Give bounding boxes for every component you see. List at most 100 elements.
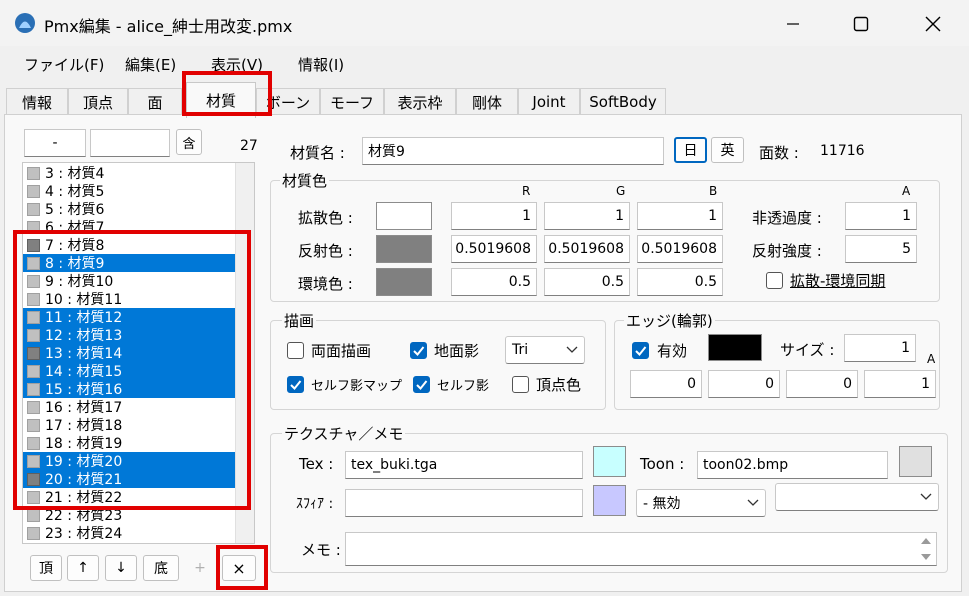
- tab-rigid-body[interactable]: 剛体: [456, 88, 518, 115]
- tab-info[interactable]: 情報: [6, 88, 68, 115]
- move-bottom-button[interactable]: 底: [143, 555, 179, 581]
- app-icon: [15, 13, 35, 33]
- self-shadow-checkbox[interactable]: [413, 376, 430, 393]
- edge-enabled-checkbox[interactable]: [632, 342, 649, 359]
- minimize-icon: [787, 23, 799, 25]
- scroll-down-icon: [921, 554, 931, 560]
- self-shadow-map-checkbox[interactable]: [287, 376, 304, 393]
- list-item[interactable]: 23 : 材質24: [23, 524, 235, 542]
- diffuse-b-input[interactable]: 1: [637, 202, 723, 230]
- edge-title: エッジ(輪郭): [624, 310, 715, 331]
- edge-g-input[interactable]: 0: [708, 370, 780, 398]
- ground-shadow-checkbox[interactable]: [410, 342, 427, 359]
- tab-face[interactable]: 面: [128, 88, 182, 115]
- list-item[interactable]: 3 : 材質4: [23, 164, 235, 182]
- move-top-button[interactable]: 頂: [30, 555, 62, 581]
- contains-button[interactable]: 含: [176, 129, 202, 155]
- add-material-button[interactable]: +: [190, 558, 210, 578]
- specular-b-input[interactable]: 0.5019608: [637, 235, 723, 263]
- edge-b-input[interactable]: 0: [786, 370, 858, 398]
- edge-color-swatch[interactable]: [708, 334, 762, 361]
- material-name-input[interactable]: 材質9: [362, 137, 664, 165]
- material-color-icon: [27, 508, 40, 522]
- close-icon: [925, 16, 941, 32]
- face-count-value: 11716: [820, 143, 865, 159]
- edge-a-input[interactable]: 1: [864, 370, 936, 398]
- diffuse-g-input[interactable]: 1: [544, 202, 630, 230]
- header-a: A: [902, 184, 911, 198]
- draw-title: 描画: [282, 310, 317, 331]
- minimize-button[interactable]: [770, 8, 816, 40]
- tab-display-frame[interactable]: 表示枠: [384, 88, 456, 115]
- memo-input[interactable]: [345, 532, 937, 566]
- diffuse-swatch[interactable]: [376, 202, 432, 230]
- memo-scrollbar[interactable]: [918, 534, 934, 564]
- double-sided-checkbox[interactable]: [287, 342, 304, 359]
- material-color-title: 材質色: [280, 170, 330, 191]
- diffuse-r-input[interactable]: 1: [451, 202, 537, 230]
- tex-color-swatch[interactable]: [593, 446, 626, 477]
- texture-title: テクスチャ／メモ: [282, 423, 406, 444]
- edge-size-label: サイズ :: [780, 341, 835, 359]
- edge-r-input[interactable]: 0: [630, 370, 702, 398]
- ambient-swatch[interactable]: [376, 268, 432, 296]
- list-item-label: 3 : 材質4: [45, 166, 105, 182]
- tex-label: Tex :: [299, 455, 334, 473]
- menu-file[interactable]: ファイル(F): [24, 54, 104, 75]
- filter-field-2[interactable]: [90, 129, 170, 157]
- tab-softbody[interactable]: SoftBody: [580, 88, 666, 115]
- list-item[interactable]: 5 : 材質6: [23, 200, 235, 218]
- close-button[interactable]: [910, 8, 956, 40]
- draw-group: [270, 320, 606, 410]
- chevron-down-icon: [566, 346, 578, 353]
- sync-label: 拡散-環境同期: [790, 272, 886, 290]
- vertex-color-checkbox[interactable]: [512, 376, 529, 393]
- sphere-extra-dropdown[interactable]: [775, 483, 939, 511]
- lang-en-button[interactable]: 英: [711, 137, 744, 163]
- ground-shadow-label: 地面影: [434, 342, 480, 360]
- specular-swatch[interactable]: [376, 235, 432, 263]
- highlight-material-tab: [182, 71, 272, 116]
- sphere-color-swatch[interactable]: [593, 485, 626, 516]
- shadow-type-dropdown[interactable]: Tri: [505, 336, 585, 364]
- opacity-label: 非透過度 :: [752, 209, 822, 227]
- material-count: 27: [240, 138, 258, 154]
- tab-morph[interactable]: モーフ: [320, 88, 384, 115]
- specular-g-input[interactable]: 0.5019608: [544, 235, 630, 263]
- list-item-label: 23 : 材質24: [45, 526, 123, 542]
- tab-vertex[interactable]: 頂点: [68, 88, 128, 115]
- material-color-icon: [27, 526, 40, 540]
- tex-input[interactable]: tex_buki.tga: [345, 451, 583, 479]
- menu-info[interactable]: 情報(I): [298, 54, 344, 75]
- move-down-button[interactable]: ↓: [105, 555, 137, 581]
- face-count-label: 面数 :: [759, 144, 799, 162]
- chevron-down-icon: [747, 499, 759, 506]
- maximize-button[interactable]: [838, 8, 884, 40]
- scroll-up-icon: [921, 538, 931, 544]
- material-color-icon: [27, 202, 40, 216]
- list-item[interactable]: 4 : 材質5: [23, 182, 235, 200]
- lang-jp-button[interactable]: 日: [674, 137, 707, 163]
- self-shadow-label: セルフ影: [437, 379, 490, 394]
- move-up-button[interactable]: ↑: [67, 555, 99, 581]
- sphere-input[interactable]: [345, 489, 583, 517]
- ambient-g-input[interactable]: 0.5: [544, 268, 630, 296]
- header-b: B: [709, 184, 718, 198]
- sphere-mode-value: - 無効: [643, 496, 681, 512]
- tab-joint[interactable]: Joint: [518, 88, 580, 115]
- toon-input[interactable]: toon02.bmp: [697, 451, 888, 479]
- edge-size-input[interactable]: 1: [844, 334, 916, 362]
- toon-color-swatch[interactable]: [899, 446, 932, 477]
- sync-checkbox[interactable]: [766, 272, 783, 289]
- ambient-r-input[interactable]: 0.5: [451, 268, 537, 296]
- ambient-b-input[interactable]: 0.5: [637, 268, 723, 296]
- edge-enabled-label: 有効: [657, 342, 688, 360]
- specular-power-input[interactable]: 5: [845, 235, 917, 263]
- menu-edit[interactable]: 編集(E): [125, 54, 176, 75]
- list-item-label: 5 : 材質6: [45, 202, 105, 218]
- opacity-input[interactable]: 1: [845, 202, 917, 230]
- filter-field-1[interactable]: -: [24, 129, 86, 157]
- chevron-down-icon: [920, 493, 932, 500]
- specular-r-input[interactable]: 0.5019608: [451, 235, 537, 263]
- sphere-mode-dropdown[interactable]: - 無効: [636, 489, 766, 517]
